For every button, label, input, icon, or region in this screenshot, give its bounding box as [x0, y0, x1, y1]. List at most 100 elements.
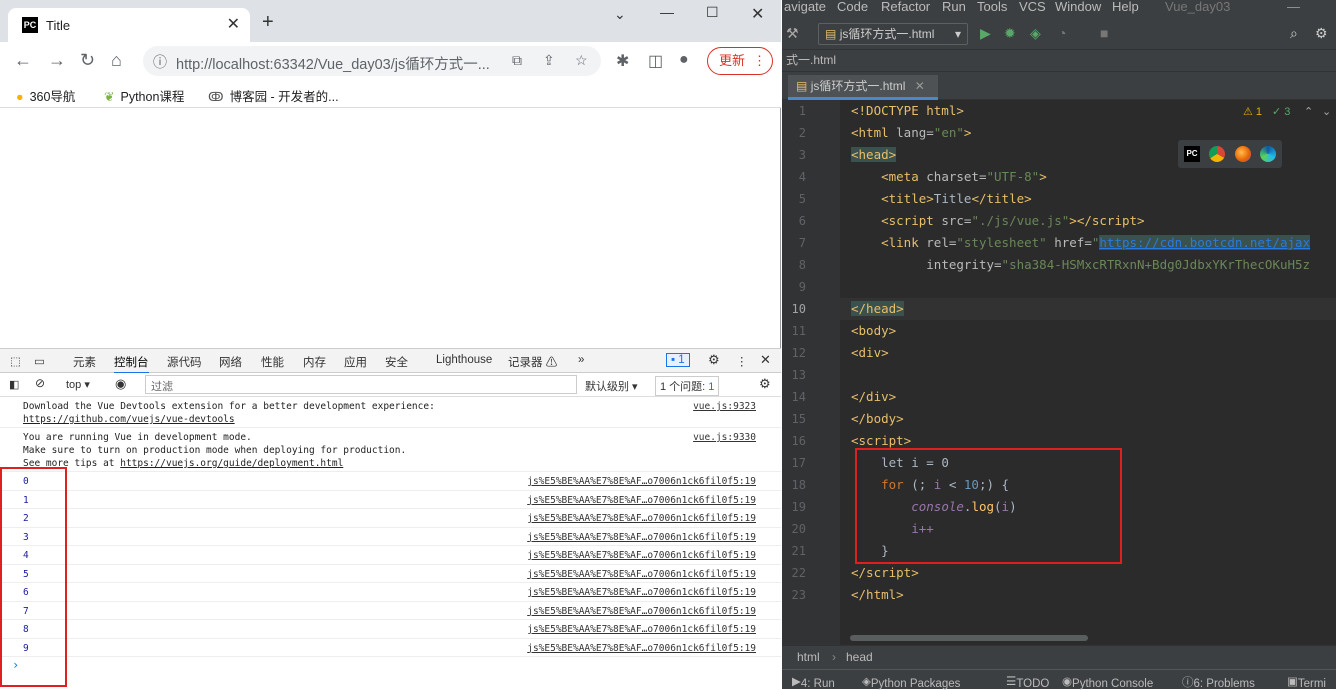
log-source[interactable]: js%E5%BE%AA%E7%8E%AF…o7006n1ck6fil0f5:19	[527, 606, 756, 617]
bookmark-cnblogs[interactable]: ↂ 博客园 - 开发者的...	[208, 86, 339, 105]
chevron-up-icon[interactable]: ⌃	[1304, 105, 1313, 118]
todo-button[interactable]: ☰ TODO	[1006, 674, 1049, 690]
menu-refactor[interactable]: Refactor	[881, 0, 930, 14]
home-icon[interactable]: ⌂	[111, 50, 122, 71]
devtools-link[interactable]: https://github.com/vuejs/vue-devtools	[23, 413, 673, 426]
eye-icon[interactable]: ◉	[115, 376, 126, 392]
translate-icon[interactable]: ⧉	[512, 52, 522, 69]
horizontal-scrollbar[interactable]	[850, 635, 1088, 641]
tab-network[interactable]: 网络	[219, 354, 242, 370]
stop-icon[interactable]: ■	[1100, 25, 1108, 41]
console-settings-icon[interactable]: ⚙	[759, 376, 771, 392]
firefox-icon[interactable]	[1235, 146, 1251, 162]
clear-console-icon[interactable]: ⊘	[35, 376, 45, 390]
tab-lighthouse[interactable]: Lighthouse	[436, 354, 492, 366]
address-bar[interactable]: ⓘ http://localhost:63342/Vue_day03/js循环方…	[143, 46, 601, 76]
deployment-link[interactable]: https://vuejs.org/guide/deployment.html	[120, 458, 343, 469]
tab-elements[interactable]: 元素	[73, 354, 96, 370]
reload-icon[interactable]: ↻	[80, 50, 95, 71]
close-window-icon[interactable]: ✕	[751, 4, 764, 24]
minimize-icon[interactable]: —	[660, 4, 674, 20]
context-select[interactable]: top ▾	[66, 378, 90, 391]
log-source[interactable]: js%E5%BE%AA%E7%8E%AF…o7006n1ck6fil0f5:19	[527, 569, 756, 580]
close-devtools-icon[interactable]: ✕	[760, 352, 771, 368]
settings-icon[interactable]: ⚙	[1315, 25, 1328, 42]
sidebar-toggle-icon[interactable]: ◧	[9, 378, 19, 391]
run-config-select[interactable]: ▤ js循环方式一.html ▾	[818, 23, 968, 45]
log-source[interactable]: js%E5%BE%AA%E7%8E%AF…o7006n1ck6fil0f5:19	[527, 643, 756, 654]
menu-window[interactable]: Window	[1055, 0, 1101, 14]
check-icon[interactable]: ✓ 3	[1272, 105, 1290, 118]
log-source[interactable]: js%E5%BE%AA%E7%8E%AF…o7006n1ck6fil0f5:19	[527, 476, 756, 487]
build-icon[interactable]: ⚒	[786, 25, 799, 42]
forward-icon[interactable]: →	[48, 50, 66, 71]
log-source[interactable]: js%E5%BE%AA%E7%8E%AF…o7006n1ck6fil0f5:19	[527, 550, 756, 561]
run-icon[interactable]: ▶	[980, 25, 991, 42]
profile-icon[interactable]: ◔	[1058, 25, 1066, 41]
bookmark-star-icon[interactable]: ☆	[575, 52, 588, 69]
menu-vcs[interactable]: VCS	[1019, 0, 1046, 14]
log-source[interactable]: js%E5%BE%AA%E7%8E%AF…o7006n1ck6fil0f5:19	[527, 495, 756, 506]
devtools-menu-icon[interactable]: ⋮	[736, 354, 748, 368]
tab-recorder[interactable]: 记录器 ⚠	[508, 354, 557, 370]
run-tool-button[interactable]: ▶ 4: Run	[792, 674, 835, 690]
update-button[interactable]: 更新 ⋮	[707, 47, 773, 75]
tab-performance[interactable]: 性能	[261, 354, 284, 370]
search-icon[interactable]: ⌕	[1290, 25, 1298, 42]
breadcrumb-head[interactable]: head	[846, 646, 873, 668]
nav-breadcrumb[interactable]: 式一.html	[782, 50, 1336, 72]
menu-code[interactable]: Code	[837, 0, 868, 14]
close-tab-icon[interactable]: ✕	[227, 14, 240, 34]
menu-tools[interactable]: Tools	[977, 0, 1007, 14]
settings-gear-icon[interactable]: ⚙	[708, 352, 720, 368]
edge-icon[interactable]	[1260, 146, 1276, 162]
coverage-icon[interactable]: ◈	[1030, 25, 1041, 42]
python-console-button[interactable]: ◉ Python Console	[1062, 674, 1153, 690]
message-source[interactable]: vue.js:9330	[693, 432, 756, 443]
problems-button[interactable]: ⓘ 6: Problems	[1182, 674, 1255, 690]
chrome-icon[interactable]	[1209, 146, 1225, 162]
terminal-button[interactable]: ▣ Termi	[1287, 674, 1326, 690]
log-levels-select[interactable]: 默认级别 ▾	[585, 378, 638, 394]
more-tabs-icon[interactable]: »	[578, 354, 584, 366]
log-source[interactable]: js%E5%BE%AA%E7%8E%AF…o7006n1ck6fil0f5:19	[527, 513, 756, 524]
tab-security[interactable]: 安全	[385, 354, 408, 370]
tab-application[interactable]: 应用	[344, 354, 367, 370]
back-icon[interactable]: ←	[14, 50, 32, 71]
bookmark-python[interactable]: ❦ Python课程	[104, 86, 184, 105]
log-source[interactable]: js%E5%BE%AA%E7%8E%AF…o7006n1ck6fil0f5:19	[527, 532, 756, 543]
browser-tab[interactable]: PC Title ✕	[8, 8, 250, 42]
device-toolbar-icon[interactable]: ▭	[34, 354, 45, 368]
chevron-down-icon[interactable]: ⌄	[1322, 105, 1331, 118]
pycharm-icon[interactable]: PC	[1184, 146, 1200, 162]
close-tab-icon[interactable]: ✕	[915, 79, 925, 93]
message-source[interactable]: vue.js:9323	[693, 401, 756, 412]
minimize-icon[interactable]: —	[1287, 0, 1300, 14]
url-text[interactable]: http://localhost:63342/Vue_day03/js循环方式一…	[176, 53, 490, 74]
tab-sources[interactable]: 源代码	[167, 354, 202, 370]
log-source[interactable]: js%E5%BE%AA%E7%8E%AF…o7006n1ck6fil0f5:19	[527, 624, 756, 635]
menu-run[interactable]: Run	[942, 0, 966, 14]
debug-icon[interactable]: ✹	[1004, 25, 1016, 42]
new-tab-icon[interactable]: +	[262, 11, 274, 34]
breadcrumb-html[interactable]: html	[797, 646, 820, 668]
log-source[interactable]: js%E5%BE%AA%E7%8E%AF…o7006n1ck6fil0f5:19	[527, 587, 756, 598]
inspect-element-icon[interactable]: ⬚	[10, 354, 21, 368]
menu-navigate[interactable]: avigate	[784, 0, 826, 14]
bookmark-360[interactable]: ● 360导航	[16, 86, 75, 105]
tab-console[interactable]: 控制台	[114, 354, 149, 374]
maximize-icon[interactable]: ☐	[706, 4, 719, 21]
filter-input[interactable]: 过滤	[145, 375, 577, 394]
warning-icon[interactable]: ⚠ 1	[1243, 105, 1262, 118]
profile-avatar-icon[interactable]: ●	[679, 51, 689, 69]
extensions-icon[interactable]: ✱	[616, 51, 629, 71]
issues-badge[interactable]: ▪ 1	[666, 353, 690, 367]
python-packages-button[interactable]: ◈ Python Packages	[862, 674, 960, 690]
share-icon[interactable]: ⇪	[543, 52, 555, 69]
site-info-icon[interactable]: ⓘ	[153, 52, 167, 72]
side-panel-icon[interactable]: ◫	[648, 51, 663, 71]
menu-help[interactable]: Help	[1112, 0, 1139, 14]
tab-memory[interactable]: 内存	[303, 354, 326, 370]
issues-counter[interactable]: 1 个问题: 1	[655, 376, 720, 396]
tab-search-icon[interactable]: ⌄	[614, 6, 626, 23]
